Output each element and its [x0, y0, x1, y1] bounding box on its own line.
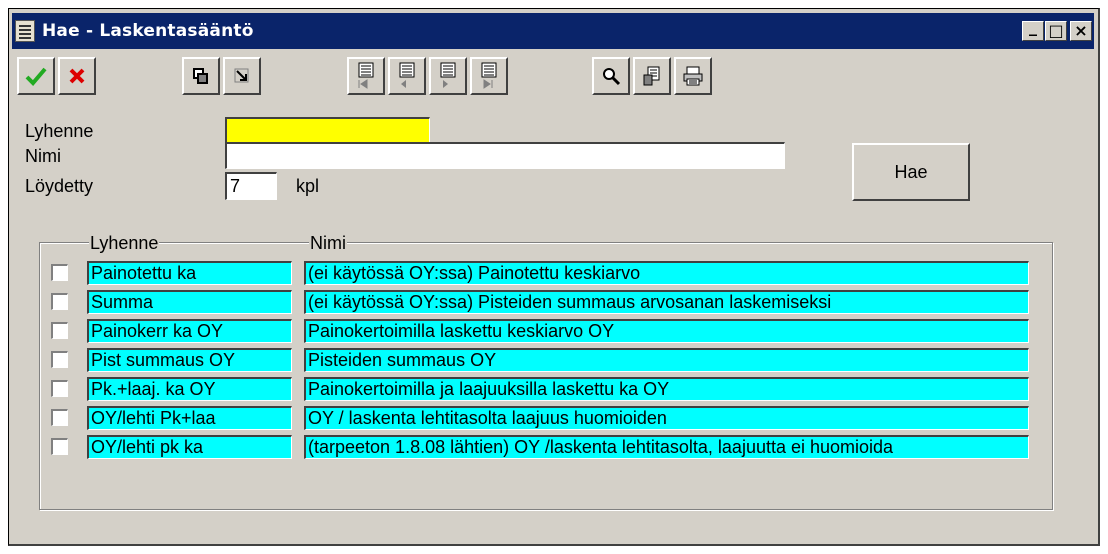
- app-icon: [15, 20, 35, 42]
- window-restore-icon: [193, 68, 208, 84]
- printer-icon: [683, 66, 703, 86]
- row-nimi-cell[interactable]: (tarpeeton 1.8.08 lähtien) OY /laskenta …: [304, 435, 1029, 459]
- goto-button[interactable]: [223, 57, 261, 95]
- close-button[interactable]: ×: [1070, 21, 1092, 41]
- nimi-input[interactable]: [225, 142, 785, 169]
- row-lyhenne-cell[interactable]: Painotettu ka: [87, 261, 292, 285]
- row-checkbox[interactable]: [51, 438, 68, 455]
- arrow-icon: [234, 68, 249, 83]
- last-record-button[interactable]: [470, 57, 508, 95]
- close-icon: ×: [1074, 21, 1088, 40]
- previous-record-icon: [399, 62, 415, 88]
- first-record-button[interactable]: [347, 57, 385, 95]
- search-window: Hae - Laskentasääntö _ □ × Lyhenne Nimi …: [8, 8, 1100, 546]
- first-record-icon: [358, 62, 374, 89]
- lyhenne-input[interactable]: [225, 117, 430, 144]
- hae-button[interactable]: Hae: [852, 143, 970, 201]
- checkmark-icon: [25, 67, 47, 86]
- search-button[interactable]: [592, 57, 630, 95]
- next-record-button[interactable]: [429, 57, 467, 95]
- previous-record-button[interactable]: [388, 57, 426, 95]
- accept-button[interactable]: [17, 57, 55, 95]
- row-checkbox[interactable]: [51, 264, 68, 281]
- row-checkbox[interactable]: [51, 322, 68, 339]
- loydetty-unit: kpl: [296, 176, 320, 196]
- loydetty-label: Löydetty: [25, 176, 94, 196]
- loydetty-count-field: 7: [225, 172, 277, 200]
- document-button[interactable]: [633, 57, 671, 95]
- minimize-button[interactable]: _: [1022, 18, 1044, 41]
- lyhenne-label: Lyhenne: [25, 121, 94, 141]
- cancel-button[interactable]: [58, 57, 96, 95]
- row-nimi-cell[interactable]: Pisteiden summaus OY: [304, 348, 1029, 372]
- row-checkbox[interactable]: [51, 351, 68, 368]
- row-nimi-cell[interactable]: (ei käytössä OY:ssa) Painotettu keskiarv…: [304, 261, 1029, 285]
- document-icon: [643, 66, 660, 86]
- next-record-icon: [440, 62, 456, 88]
- column-header-nimi: Nimi: [309, 233, 347, 254]
- title-bar[interactable]: Hae - Laskentasääntö _ □ ×: [12, 13, 1094, 49]
- row-lyhenne-cell[interactable]: OY/lehti pk ka: [87, 435, 292, 459]
- row-checkbox[interactable]: [51, 409, 68, 426]
- last-record-icon: [481, 62, 497, 89]
- row-lyhenne-cell[interactable]: Summa: [87, 290, 292, 314]
- maximize-icon: □: [1048, 21, 1064, 40]
- magnifier-icon: [603, 68, 621, 86]
- row-nimi-cell[interactable]: (ei käytössä OY:ssa) Pisteiden summaus a…: [304, 290, 1029, 314]
- row-lyhenne-cell[interactable]: Pk.+laaj. ka OY: [87, 377, 292, 401]
- nimi-label: Nimi: [25, 146, 61, 166]
- print-button[interactable]: [674, 57, 712, 95]
- row-checkbox[interactable]: [51, 380, 68, 397]
- toolbar: [12, 53, 1094, 121]
- minimize-icon: _: [1029, 17, 1037, 36]
- row-nimi-cell[interactable]: OY / laskenta lehtitasolta laajuus huomi…: [304, 406, 1029, 430]
- row-lyhenne-cell[interactable]: Pist summaus OY: [87, 348, 292, 372]
- x-icon: [69, 68, 85, 84]
- hae-button-label: Hae: [894, 161, 928, 182]
- row-nimi-cell[interactable]: Painokertoimilla ja laajuuksilla laskett…: [304, 377, 1029, 401]
- restore-button[interactable]: [182, 57, 220, 95]
- row-lyhenne-cell[interactable]: OY/lehti Pk+laa: [87, 406, 292, 430]
- row-lyhenne-cell[interactable]: Painokerr ka OY: [87, 319, 292, 343]
- maximize-button[interactable]: □: [1045, 21, 1067, 41]
- row-nimi-cell[interactable]: Painokertoimilla laskettu keskiarvo OY: [304, 319, 1029, 343]
- loydetty-value: 7: [230, 176, 241, 196]
- row-checkbox[interactable]: [51, 293, 68, 310]
- window-title: Hae - Laskentasääntö: [42, 21, 254, 41]
- column-header-lyhenne: Lyhenne: [89, 233, 160, 254]
